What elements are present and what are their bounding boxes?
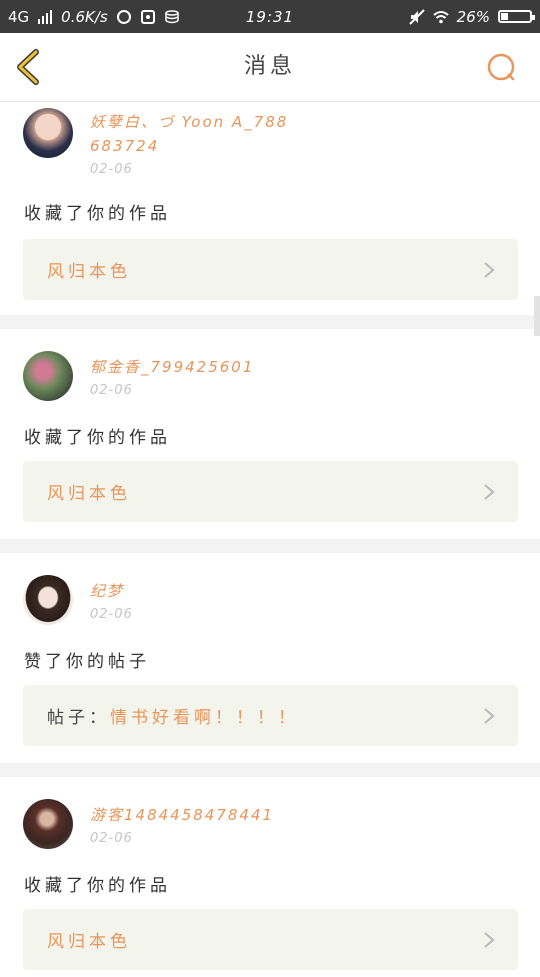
message-item: 郁金香_799425601 02-06 收藏了你的作品 风归本色 (0, 329, 540, 539)
message-date: 02-06 (90, 162, 133, 177)
username[interactable]: 游客1484458478441 (90, 803, 290, 827)
network-speed: 0.6K/s (61, 7, 108, 26)
status-left: 4G 0.6K/s (8, 8, 180, 26)
message-date: 02-06 (90, 831, 133, 846)
status-right: 26% (408, 7, 535, 26)
divider (0, 539, 540, 553)
work-title: 风归本色 (47, 262, 131, 282)
action-text: 收藏了你的作品 (24, 428, 171, 448)
avatar[interactable] (23, 575, 73, 625)
message-item: 游客1484458478441 02-06 收藏了你的作品 风归本色 (0, 777, 540, 977)
action-text: 收藏了你的作品 (24, 876, 171, 896)
battery-percent: 26% (456, 7, 490, 26)
action-text: 赞了你的帖子 (24, 652, 150, 672)
message-date: 02-06 (90, 607, 133, 622)
status-bar: 4G 0.6K/s 19:31 26% (0, 0, 540, 33)
gallery-icon (140, 9, 155, 24)
chevron-right-icon (484, 484, 495, 500)
post-prefix: 帖子： (47, 708, 110, 728)
work-link[interactable]: 风归本色 (23, 239, 518, 300)
action-text: 收藏了你的作品 (24, 204, 171, 224)
chevron-left-icon[interactable] (14, 49, 46, 85)
avatar[interactable] (23, 351, 73, 401)
message-item: 纪梦 02-06 赞了你的帖子 帖子： 情书好看啊！！！！ (0, 553, 540, 763)
divider (0, 763, 540, 777)
username[interactable]: 纪梦 (90, 579, 290, 603)
wifi-icon (433, 10, 449, 23)
signal-icon (38, 9, 53, 24)
chevron-right-icon (484, 932, 495, 948)
username[interactable]: 妖孽白、づ Yoon A_788683724 (90, 110, 290, 158)
page-title: 消息 (243, 54, 296, 79)
post-title: 情书好看啊！！！！ (110, 708, 299, 728)
chevron-right-icon (484, 262, 495, 278)
message-date: 02-06 (90, 383, 133, 398)
scrollbar[interactable] (534, 296, 540, 336)
search-icon[interactable] (486, 52, 518, 84)
chevron-right-icon (484, 708, 495, 724)
network-indicator: 4G (8, 7, 30, 26)
battery-icon (498, 10, 535, 23)
message-item: 妖孽白、づ Yoon A_788683724 02-06 收藏了你的作品 风归本… (0, 102, 540, 315)
message-list: 妖孽白、づ Yoon A_788683724 02-06 收藏了你的作品 风归本… (0, 102, 540, 977)
chat-bubble-icon (116, 9, 131, 24)
storage-icon (164, 9, 179, 23)
work-link[interactable]: 风归本色 (23, 909, 518, 970)
work-title: 风归本色 (47, 484, 131, 504)
avatar[interactable] (23, 799, 73, 849)
divider (0, 315, 540, 329)
work-link[interactable]: 风归本色 (23, 461, 518, 522)
mute-icon (408, 8, 425, 25)
work-title: 风归本色 (47, 932, 131, 952)
avatar[interactable] (23, 108, 73, 158)
username[interactable]: 郁金香_799425601 (90, 355, 290, 379)
post-link[interactable]: 帖子： 情书好看啊！！！！ (23, 685, 518, 746)
nav-bar: 消息 (0, 33, 540, 102)
